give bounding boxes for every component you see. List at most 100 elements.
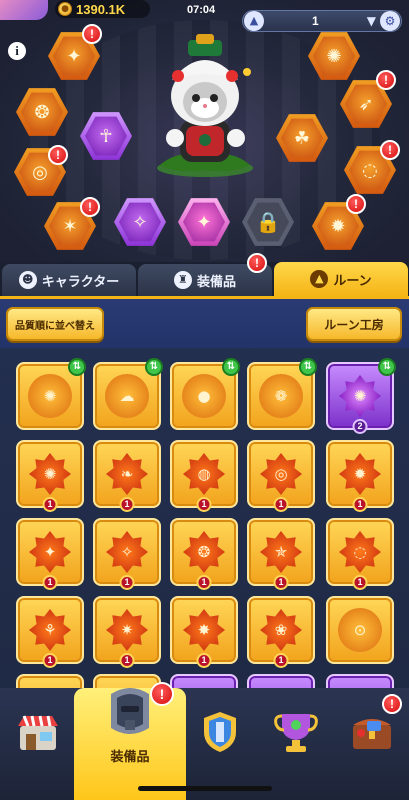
- rune-item[interactable]: ● ⇅: [170, 358, 240, 430]
- level-badge: 1: [196, 575, 212, 590]
- rune-glyph: ✦: [29, 531, 71, 573]
- bottom-navigation: 装備品 ! !: [0, 682, 409, 800]
- rune-glyph: ✷: [106, 609, 148, 651]
- nav-shield[interactable]: [190, 702, 250, 762]
- rune-item[interactable]: [247, 674, 315, 688]
- rune-glyph: ❧: [106, 453, 148, 495]
- equipment-icon: ♜: [173, 271, 192, 289]
- player-avatar[interactable]: [0, 0, 48, 20]
- rune-item[interactable]: ☁ ⇅: [93, 358, 163, 430]
- chevron-down-icon[interactable]: ▼: [367, 14, 376, 28]
- rune-glyph: ❂: [183, 531, 225, 573]
- rune-workshop-button[interactable]: ルーン工房: [306, 307, 402, 341]
- rune-slot-icon: ➶: [345, 84, 387, 124]
- notification-badge: !: [376, 70, 396, 90]
- rune-item[interactable]: ✺ ⇅ 2: [326, 358, 396, 434]
- rune-glyph: ✺: [29, 453, 71, 495]
- rune-item[interactable]: ✸ 1: [170, 596, 238, 668]
- gold-counter[interactable]: ● 1390.1K: [55, 0, 150, 18]
- character-cat-lion-costume[interactable]: [150, 30, 260, 180]
- notification-badge: !: [346, 194, 366, 214]
- swap-icon: ⇅: [299, 358, 317, 376]
- level-badge: 1: [273, 497, 289, 512]
- level-badge: 1: [42, 653, 58, 668]
- rune-item[interactable]: [170, 674, 238, 688]
- rune-glyph: ☁: [105, 374, 149, 418]
- tab-label: 装備品: [196, 274, 236, 290]
- preset-selector[interactable]: ▲ 1 ▼ ⚙: [242, 10, 402, 32]
- tab-label: キャラクター: [41, 274, 120, 290]
- rune-icon: ▲: [310, 270, 329, 288]
- rune-item[interactable]: ❧ 1: [93, 440, 161, 512]
- rune-glyph: ◎: [260, 453, 302, 495]
- level-badge: 1: [352, 575, 368, 590]
- rune-item[interactable]: ◍ 1: [170, 440, 238, 512]
- level-badge: 2: [352, 419, 368, 434]
- clock: 07:04: [187, 4, 216, 16]
- action-bar: 品質順に並べ替え ルーン工房: [0, 296, 409, 348]
- rune-glyph: ✹: [339, 453, 381, 495]
- level-badge: 1: [119, 497, 135, 512]
- coin-icon: ●: [58, 2, 72, 16]
- tab-rune[interactable]: ▲ ルーン: [274, 262, 408, 296]
- equipment-icon: [111, 688, 149, 734]
- rune-item[interactable]: ✹ 1: [326, 440, 394, 512]
- home-indicator[interactable]: [138, 786, 272, 791]
- rune-glyph: ⚘: [29, 609, 71, 651]
- hero-area: ● 1390.1K 07:04 ▲ 1 ▼ ⚙ i ✦ ! ❂ ◎ ! ✶ ! …: [0, 0, 409, 262]
- rune-slot-icon: ✺: [313, 36, 355, 76]
- swap-icon: ⇅: [378, 358, 396, 376]
- level-badge: 1: [196, 497, 212, 512]
- swap-icon: ⇅: [68, 358, 86, 376]
- rune-glyph: ●: [182, 374, 226, 418]
- rune-item[interactable]: ◎ 1: [247, 440, 315, 512]
- rune-item[interactable]: ◌ 1: [326, 518, 394, 590]
- rune-item[interactable]: ⚘ 1: [16, 596, 84, 668]
- tab-character[interactable]: ☻ キャラクター: [2, 264, 136, 296]
- preset-icon: ▲: [244, 11, 264, 31]
- rune-item[interactable]: ✷ 1: [93, 596, 161, 668]
- rune-glyph: ◍: [183, 453, 225, 495]
- chest-icon: [353, 719, 391, 749]
- rune-item[interactable]: ⊙: [326, 596, 394, 664]
- rune-glyph: ❁: [259, 374, 303, 418]
- preset-number: 1: [312, 14, 319, 28]
- rune-item[interactable]: ✺ ⇅: [16, 358, 86, 430]
- trophy-icon: [274, 714, 318, 752]
- rune-glyph: ✸: [183, 609, 225, 651]
- rune-item[interactable]: [326, 674, 394, 688]
- rune-slot-icon: ✧: [119, 202, 161, 242]
- ankh-icon: ☥: [85, 116, 127, 156]
- level-badge: 1: [119, 575, 135, 590]
- rune-item[interactable]: ✧ 1: [93, 518, 161, 590]
- nav-label: 装備品: [110, 750, 150, 765]
- rune-item[interactable]: ❁ ⇅: [247, 358, 317, 430]
- swap-icon: ⇅: [145, 358, 163, 376]
- level-badge: 1: [196, 653, 212, 668]
- nav-shop[interactable]: [8, 702, 68, 762]
- rune-item[interactable]: ✦ 1: [16, 518, 84, 590]
- notification-badge: !: [80, 197, 100, 217]
- level-badge: 1: [352, 497, 368, 512]
- rune-glyph: ✺: [28, 374, 72, 418]
- rune-slot-icon: ❂: [21, 92, 63, 132]
- rune-glyph: ⊙: [338, 608, 382, 652]
- rune-item[interactable]: [16, 674, 84, 688]
- shield-icon: [204, 712, 236, 752]
- gear-icon[interactable]: ⚙: [380, 11, 400, 31]
- nav-trophy[interactable]: [266, 702, 326, 762]
- rune-item[interactable]: ✺ 1: [16, 440, 84, 512]
- rune-item[interactable]: ❀ 1: [247, 596, 315, 668]
- rune-item[interactable]: ✯ 1: [247, 518, 315, 590]
- rune-glyph: ✧: [106, 531, 148, 573]
- level-badge: 1: [42, 575, 58, 590]
- rune-slot-icon: ✦: [183, 202, 225, 242]
- sort-by-quality-button[interactable]: 品質順に並べ替え: [6, 307, 104, 341]
- info-button[interactable]: i: [8, 42, 26, 60]
- rune-glyph: ❀: [260, 609, 302, 651]
- character-icon: ☻: [18, 271, 37, 289]
- rune-item[interactable]: ❂ 1: [170, 518, 238, 590]
- notification-badge: !: [380, 140, 400, 160]
- gold-value: 1390.1K: [76, 1, 126, 17]
- tab-bar: ☻ キャラクター ♜ 装備品 ! ▲ ルーン: [0, 253, 409, 296]
